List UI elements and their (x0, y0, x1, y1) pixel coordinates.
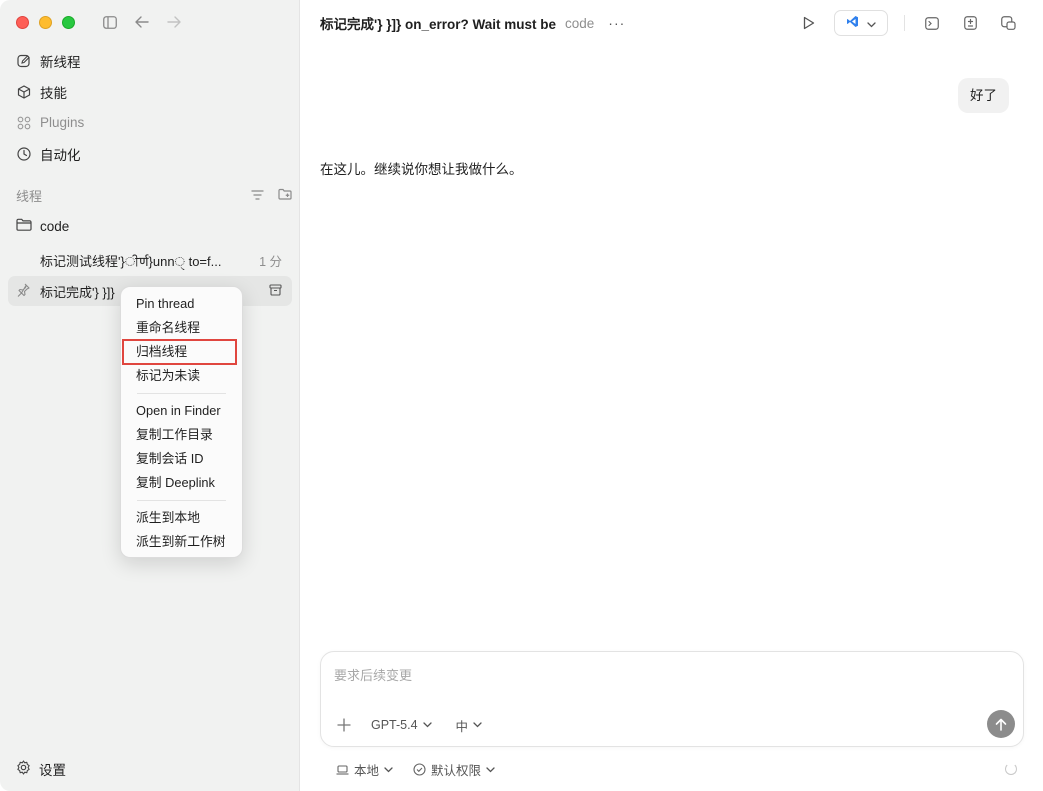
settings-button[interactable]: 设置 (16, 759, 66, 779)
toolbar-divider (904, 15, 905, 31)
clock-icon (16, 146, 32, 162)
thread-time: 1 分 (259, 254, 282, 269)
project-folder-row[interactable]: code (8, 212, 292, 240)
model-selector[interactable]: GPT-5.4 (371, 718, 432, 732)
menu-copy-workdir[interactable]: 复制工作目录 (121, 423, 242, 447)
model-label: GPT-5.4 (371, 718, 418, 732)
permission-shield-icon (413, 763, 426, 776)
edit-icon (16, 53, 32, 69)
nav-label: 新线程 (40, 54, 81, 70)
composer-toolbar: GPT-5.4 中 (333, 714, 506, 736)
more-options-icon[interactable]: ··· (608, 15, 625, 31)
composer[interactable]: 要求后续变更 GPT-5.4 中 (320, 651, 1024, 747)
nav-new-thread[interactable]: 新线程 (8, 45, 292, 76)
thread-context-menu: Pin thread 重命名线程 归档线程 标记为未读 Open in Find… (120, 286, 243, 558)
loading-spinner-icon (1005, 763, 1017, 775)
forward-arrow-icon[interactable] (164, 12, 184, 32)
top-bar-actions (790, 10, 1027, 36)
chevron-down-icon (867, 16, 876, 31)
gear-icon (16, 760, 31, 778)
archive-icon[interactable] (269, 283, 282, 299)
send-button[interactable] (987, 710, 1015, 738)
section-actions (251, 188, 292, 203)
pin-icon[interactable] (17, 283, 30, 300)
chevron-down-icon (422, 722, 432, 728)
permission-label: 默认权限 (431, 764, 482, 778)
traffic-lights (16, 16, 75, 29)
location-label: 本地 (354, 764, 380, 778)
settings-label: 设置 (39, 763, 66, 778)
sidebar-nav: 新线程 技能 Plugins 自动化 (8, 45, 292, 169)
copy-window-icon[interactable] (989, 10, 1027, 36)
nav-skills[interactable]: 技能 (8, 76, 292, 107)
grid-icon (16, 115, 32, 131)
location-selector[interactable]: 本地 (336, 760, 393, 779)
minimize-window-button[interactable] (39, 16, 52, 29)
menu-archive-thread[interactable]: 归档线程 (122, 339, 237, 365)
arrow-up-icon (995, 718, 1007, 731)
thread-item[interactable]: 标记测试线程'}ੀर्ण}unnੑ to=f... 1 分 (8, 245, 292, 275)
assistant-message: 在这儿。继续说你想让我做什么。 (320, 162, 523, 177)
vscode-icon (846, 15, 859, 31)
chevron-down-icon (384, 766, 393, 772)
composer-footer: 本地 默认权限 (336, 760, 515, 779)
top-bar: 标记完成'} }]} on_error? Wait must be code ·… (320, 10, 1027, 36)
menu-fork-worktree[interactable]: 派生到新工作树 (121, 530, 242, 554)
menu-rename-thread[interactable]: 重命名线程 (121, 316, 242, 340)
section-label: 线程 (16, 188, 43, 204)
window-controls (100, 12, 184, 32)
back-arrow-icon[interactable] (132, 12, 152, 32)
folder-icon (16, 218, 32, 234)
menu-copy-session-id[interactable]: 复制会话 ID (121, 447, 242, 471)
menu-mark-unread[interactable]: 标记为未读 (121, 364, 242, 388)
thread-title-header: 标记完成'} }]} on_error? Wait must be (320, 17, 556, 32)
cube-icon (16, 84, 32, 100)
chevron-down-icon (473, 722, 482, 728)
project-label[interactable]: code (565, 16, 594, 31)
menu-divider (137, 393, 226, 394)
add-attachment-icon[interactable] (333, 714, 355, 736)
permission-selector[interactable]: 默认权限 (413, 760, 495, 779)
app-window: 新线程 技能 Plugins 自动化 线程 code 标记测试线程'}ੀर्ण}… (0, 0, 1043, 791)
laptop-icon (336, 764, 349, 775)
diff-icon[interactable] (951, 10, 989, 36)
effort-label: 中 (455, 719, 469, 734)
user-message-bubble: 好了 (958, 78, 1009, 113)
open-in-vscode-button[interactable] (834, 10, 888, 36)
main-pane: 标记完成'} }]} on_error? Wait must be code ·… (300, 0, 1043, 791)
filter-icon[interactable] (251, 188, 264, 203)
terminal-icon[interactable] (913, 10, 951, 36)
zoom-window-button[interactable] (62, 16, 75, 29)
thread-title: 标记测试线程'}ੀर्ण}unnੑ to=f... (40, 253, 222, 269)
sidebar-toggle-icon[interactable] (100, 12, 120, 32)
menu-pin-thread[interactable]: Pin thread (121, 292, 242, 316)
play-icon[interactable] (790, 10, 828, 36)
menu-copy-deeplink[interactable]: 复制 Deeplink (121, 471, 242, 495)
close-window-button[interactable] (16, 16, 29, 29)
folder-label: code (40, 218, 70, 234)
nav-label: Plugins (40, 115, 85, 130)
nav-label: 技能 (40, 85, 67, 101)
new-folder-icon[interactable] (278, 188, 292, 203)
effort-selector[interactable]: 中 (456, 716, 483, 735)
threads-section-header: 线程 (16, 185, 292, 205)
nav-plugins[interactable]: Plugins (8, 107, 292, 138)
menu-open-in-finder[interactable]: Open in Finder (121, 399, 242, 423)
menu-fork-local[interactable]: 派生到本地 (121, 506, 242, 530)
nav-automation[interactable]: 自动化 (8, 138, 292, 169)
nav-label: 自动化 (40, 147, 81, 163)
composer-input[interactable]: 要求后续变更 (334, 665, 412, 684)
chevron-down-icon (486, 766, 495, 772)
menu-divider (137, 500, 226, 501)
